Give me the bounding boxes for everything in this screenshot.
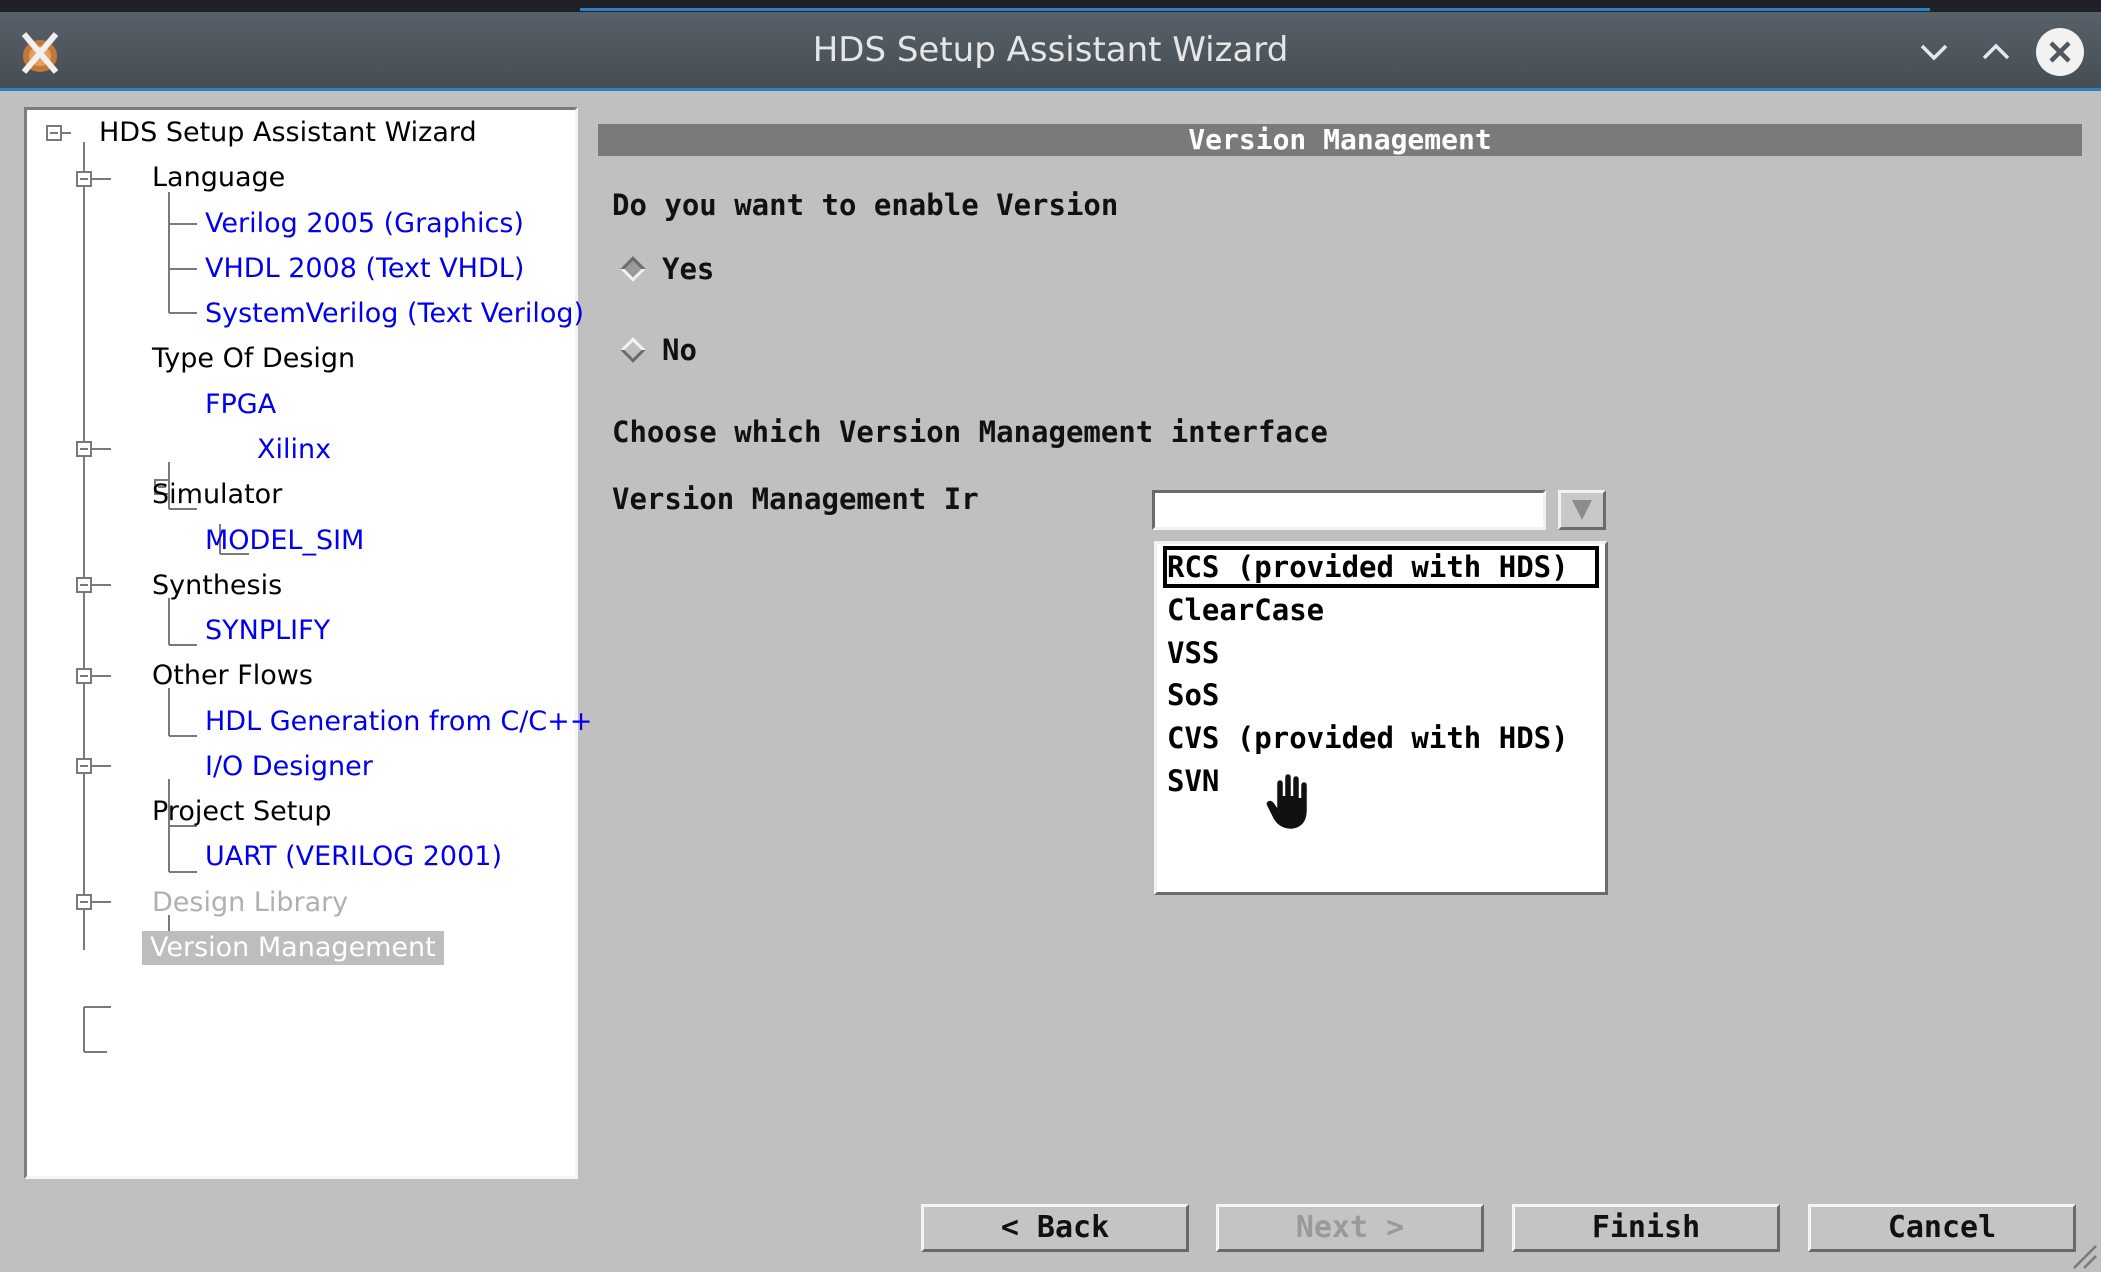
- tree-root[interactable]: HDS Setup Assistant Wizard: [99, 116, 477, 150]
- radio-no-indicator[interactable]: [620, 337, 646, 363]
- next-button: Next >: [1216, 1204, 1484, 1252]
- tree-item-io-designer[interactable]: I/O Designer: [205, 750, 373, 784]
- vm-interface-field-label: Version Management Ir: [612, 482, 979, 516]
- tree-item-synplify[interactable]: SYNPLIFY: [205, 614, 330, 648]
- maximize-icon[interactable]: [1974, 30, 2018, 74]
- dropdown-option-rcs[interactable]: RCS (provided with HDS): [1163, 546, 1599, 588]
- tree-item-design-library: Design Library: [152, 887, 349, 918]
- tree-item-uart[interactable]: UART (VERILOG 2001): [205, 840, 502, 874]
- title-bar-top-strip: [0, 0, 2101, 12]
- tree-item-fpga[interactable]: FPGA: [205, 388, 276, 422]
- tree-item-systemverilog[interactable]: SystemVerilog (Text Verilog): [205, 297, 584, 331]
- tree-item-language[interactable]: Language: [152, 161, 285, 195]
- dropdown-option-vss[interactable]: VSS: [1163, 632, 1219, 674]
- tree-item-hdl-generation[interactable]: HDL Generation from C/C++: [205, 705, 592, 739]
- tree-item-xilinx[interactable]: Xilinx: [257, 433, 331, 467]
- close-icon[interactable]: [2036, 28, 2084, 76]
- back-button[interactable]: < Back: [921, 1204, 1189, 1252]
- radio-no-label[interactable]: No: [662, 333, 697, 367]
- tree-item-synthesis[interactable]: Synthesis: [152, 569, 282, 603]
- hand-cursor-icon: [1264, 771, 1310, 832]
- tree-item-version-management[interactable]: Version Management: [142, 931, 444, 965]
- combo-dropdown-button[interactable]: [1558, 490, 1606, 530]
- page-header: Version Management: [598, 124, 2082, 156]
- chevron-down-icon: [1572, 500, 1592, 520]
- tree-item-verilog-2005[interactable]: Verilog 2005 (Graphics): [205, 207, 524, 241]
- title-bar: HDS Setup Assistant Wizard: [0, 0, 2101, 91]
- vm-interface-combo-input[interactable]: [1152, 490, 1546, 530]
- resize-grip-icon[interactable]: [2068, 1240, 2098, 1270]
- tree-item-type-of-design[interactable]: Type Of Design: [152, 342, 355, 376]
- minimize-icon[interactable]: [1912, 30, 1956, 74]
- cancel-button[interactable]: Cancel: [1808, 1204, 2076, 1252]
- dropdown-option-cvs[interactable]: CVS (provided with HDS): [1163, 717, 1569, 759]
- enable-question-label: Do you want to enable Version: [612, 188, 1119, 222]
- tree-item-vhdl-2008[interactable]: VHDL 2008 (Text VHDL): [205, 252, 524, 286]
- wizard-tree-panel[interactable]: HDS Setup Assistant Wizard Language Veri…: [24, 107, 592, 1179]
- tree-item-simulator[interactable]: Simulator: [152, 478, 282, 512]
- tree-item-model-sim[interactable]: MODEL_SIM: [205, 524, 364, 558]
- dropdown-option-clearcase[interactable]: ClearCase: [1163, 589, 1324, 631]
- vm-interface-dropdown-list[interactable]: RCS (provided with HDS) ClearCase VSS So…: [1154, 541, 1608, 895]
- finish-button[interactable]: Finish: [1512, 1204, 1780, 1252]
- radio-yes-label[interactable]: Yes: [662, 252, 714, 286]
- dropdown-option-sos[interactable]: SoS: [1163, 674, 1219, 716]
- window-title: HDS Setup Assistant Wizard: [812, 30, 1289, 70]
- tree-item-other-flows[interactable]: Other Flows: [152, 659, 313, 693]
- tree-item-project-setup[interactable]: Project Setup: [152, 795, 332, 829]
- radio-yes-indicator[interactable]: [620, 256, 646, 282]
- choose-interface-label: Choose which Version Management interfac…: [612, 415, 1328, 449]
- dropdown-option-svn[interactable]: SVN: [1163, 760, 1219, 802]
